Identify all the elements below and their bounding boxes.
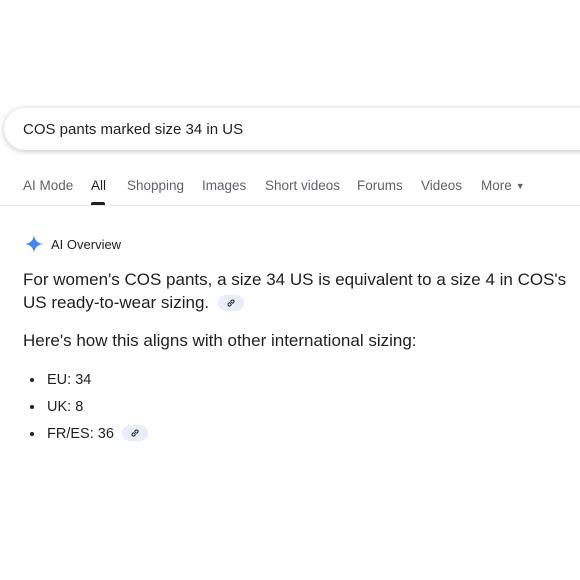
ai-overview-header: AI Overview bbox=[24, 234, 121, 254]
tab-more-label: More bbox=[481, 178, 512, 193]
caret-down-icon: ▼ bbox=[515, 181, 525, 191]
list-item: UK: 8 bbox=[30, 398, 148, 425]
sparkle-icon bbox=[25, 235, 43, 253]
link-icon bbox=[227, 299, 235, 307]
tab-shopping[interactable]: Shopping bbox=[127, 178, 184, 193]
size-text: EU: 34 bbox=[47, 372, 92, 388]
tab-videos[interactable]: Videos bbox=[421, 178, 462, 193]
list-item: EU: 34 bbox=[30, 371, 148, 398]
bullet bbox=[30, 378, 34, 382]
ai-overview-label: AI Overview bbox=[51, 236, 122, 252]
sizing-sub-heading: Here's how this aligns with other intern… bbox=[23, 331, 417, 350]
tab-images[interactable]: Images bbox=[202, 178, 246, 193]
search-input[interactable] bbox=[23, 120, 543, 138]
source-link-chip[interactable] bbox=[217, 294, 244, 311]
size-text: FR/ES: 36 bbox=[47, 426, 114, 442]
sizing-list: EU: 34 UK: 8 FR/ES: 36 bbox=[30, 371, 148, 452]
tab-ai-mode[interactable]: AI Mode bbox=[23, 178, 73, 193]
source-link-chip[interactable] bbox=[121, 425, 148, 442]
tabs-divider bbox=[0, 205, 580, 206]
tab-forums[interactable]: Forums bbox=[357, 178, 403, 193]
answer-text: For women's COS pants, a size 34 US is e… bbox=[23, 270, 567, 312]
tab-all[interactable]: All bbox=[91, 178, 106, 193]
bullet bbox=[30, 405, 34, 409]
size-text: UK: 8 bbox=[47, 399, 84, 415]
bullet bbox=[30, 432, 34, 436]
ai-overview-answer: For women's COS pants, a size 34 US is e… bbox=[23, 268, 575, 314]
link-icon bbox=[131, 429, 139, 437]
list-item: FR/ES: 36 bbox=[30, 425, 148, 452]
tab-more[interactable]: More ▼ bbox=[481, 178, 525, 193]
tab-short-videos[interactable]: Short videos bbox=[265, 178, 340, 193]
search-box[interactable] bbox=[4, 108, 580, 150]
